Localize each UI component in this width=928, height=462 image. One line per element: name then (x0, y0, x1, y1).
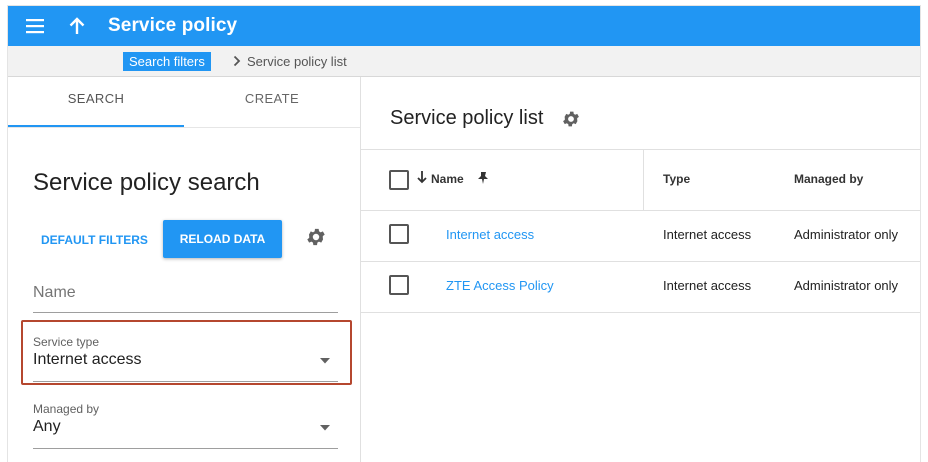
column-header-type[interactable]: Type (663, 172, 690, 186)
row-checkbox[interactable] (389, 275, 409, 295)
breadcrumb-search-filters[interactable]: Search filters (123, 52, 211, 71)
policy-managed-by: Administrator only (794, 278, 899, 293)
policy-type: Internet access (663, 278, 752, 293)
row-checkbox[interactable] (389, 224, 409, 244)
breadcrumb-current: Service policy list (247, 54, 347, 69)
policy-type: Internet access (663, 227, 752, 242)
managed-by-label: Managed by (33, 402, 100, 416)
list-title: Service policy list (390, 107, 544, 129)
select-all-checkbox[interactable] (389, 170, 409, 190)
default-filters-button[interactable]: DEFAULT FILTERS (33, 223, 156, 257)
service-type-select[interactable]: Service type Internet access (33, 330, 338, 382)
table-row: ZTE Access Policy Internet access Admini… (361, 261, 920, 313)
tab-search[interactable]: SEARCH (8, 77, 184, 127)
gear-icon[interactable] (305, 226, 327, 248)
tab-create[interactable]: CREATE (184, 77, 360, 125)
managed-by-underline (33, 448, 338, 449)
arrow-up-icon[interactable] (66, 15, 88, 37)
list-panel: Service policy list Name Type Managed by (361, 77, 920, 462)
column-divider (643, 150, 644, 210)
table-row: Internet access Internet access Administ… (361, 210, 920, 262)
name-field[interactable]: Name (33, 273, 338, 313)
name-underline (33, 312, 338, 313)
menu-icon[interactable] (26, 17, 44, 35)
pin-icon[interactable] (476, 171, 490, 185)
page-title: Service policy (108, 15, 238, 36)
policy-name-link[interactable]: ZTE Access Policy (446, 278, 554, 293)
table-header: Name Type Managed by (361, 149, 920, 211)
name-placeholder: Name (33, 284, 76, 301)
service-type-label: Service type (33, 335, 100, 349)
column-header-managed-by[interactable]: Managed by (794, 172, 863, 186)
app-window: Service policy Search filters Service po… (8, 6, 920, 462)
policy-name-link[interactable]: Internet access (446, 227, 534, 242)
caret-down-icon[interactable] (320, 425, 330, 431)
caret-down-icon[interactable] (320, 358, 330, 364)
managed-by-select[interactable]: Managed by Any (33, 397, 338, 449)
app-bar: Service policy (8, 6, 920, 46)
search-panel: SEARCH CREATE Service policy search DEFA… (8, 77, 361, 462)
search-title: Service policy search (33, 169, 260, 196)
column-header-name[interactable]: Name (431, 172, 464, 186)
reload-data-button[interactable]: RELOAD DATA (163, 220, 282, 258)
breadcrumb: Search filters Service policy list (8, 46, 920, 77)
arrow-down-icon[interactable] (415, 170, 429, 184)
managed-by-value: Any (33, 418, 61, 435)
panel-tabs: SEARCH CREATE (8, 77, 360, 128)
service-type-value: Internet access (33, 351, 142, 368)
chevron-right-icon (233, 55, 241, 67)
service-type-underline (33, 381, 338, 382)
gear-icon[interactable] (561, 109, 581, 129)
policy-managed-by: Administrator only (794, 227, 899, 242)
